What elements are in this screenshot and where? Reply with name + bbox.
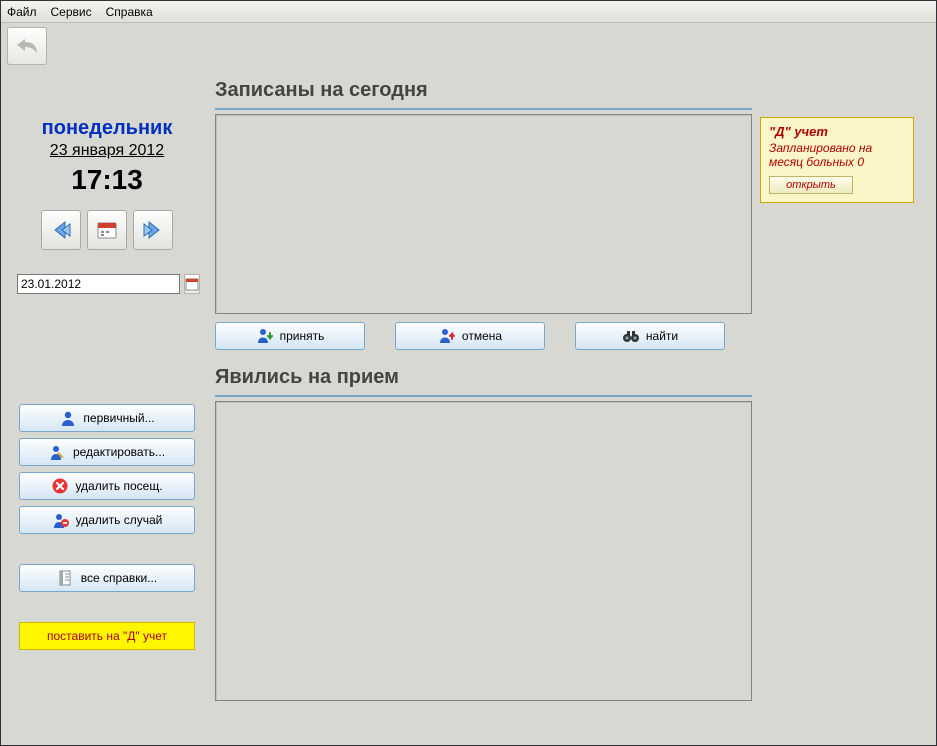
main-area: понедельник 23 января 2012 17:13 [1,69,936,705]
day-of-week: понедельник [7,117,207,140]
menu-file[interactable]: Файл [7,5,37,19]
arrow-right-icon [142,219,164,241]
date-picker-button[interactable] [184,274,200,294]
date-input-row [7,274,207,294]
separator-1 [215,108,752,110]
delete-visit-label: удалить посещ. [75,479,162,493]
binoculars-icon [622,327,640,345]
arrived-heading: Явились на прием [215,366,752,389]
prev-day-button[interactable] [41,210,81,250]
date-nav-row [7,210,207,250]
calendar-small-icon [185,277,199,291]
find-button[interactable]: найти [575,322,725,350]
clock: 17:13 [7,164,207,196]
delete-red-icon [51,477,69,495]
arrived-listbox[interactable] [215,401,752,701]
left-panel: понедельник 23 января 2012 17:13 [7,69,207,701]
menu-service[interactable]: Сервис [51,5,92,19]
scheduled-heading: Записаны на сегодня [215,79,752,102]
undo-arrow-icon [15,36,39,56]
arrow-left-icon [50,219,72,241]
all-certs-label: все справки... [81,571,157,585]
scheduled-listbox[interactable] [215,114,752,314]
menu-help[interactable]: Справка [106,5,153,19]
calendar-icon [96,219,118,241]
right-panel: "Д" учет Запланировано на месяц больных … [760,69,930,701]
scheduled-actions: принять отмена найти [215,322,752,350]
all-certs-button[interactable]: все справки... [19,564,195,592]
separator-2 [215,395,752,397]
d-note-open-button[interactable]: открыть [769,176,853,194]
date-long: 23 января 2012 [7,142,207,160]
document-icon [57,569,75,587]
side-buttons: первичный... редактировать... удалить по… [7,404,207,650]
center-panel: Записаны на сегодня принять отмена най [207,69,760,701]
menubar: Файл Сервис Справка [1,1,936,23]
cancel-label: отмена [462,329,502,343]
person-blue-icon [59,409,77,427]
person-remove-icon [52,511,70,529]
accept-label: принять [280,329,325,343]
date-input[interactable] [17,274,180,294]
accept-button[interactable]: принять [215,322,365,350]
person-edit-icon [49,443,67,461]
d-note-open-label: открыть [786,179,836,191]
back-button[interactable] [7,27,47,65]
today-button[interactable] [87,210,127,250]
next-day-button[interactable] [133,210,173,250]
delete-case-button[interactable]: удалить случай [19,506,195,534]
person-up-icon [438,327,456,345]
edit-button[interactable]: редактировать... [19,438,195,466]
put-on-d-button[interactable]: поставить на "Д" учет [19,622,195,650]
cancel-button[interactable]: отмена [395,322,545,350]
toolbar [1,23,936,69]
delete-case-label: удалить случай [76,513,163,527]
person-down-icon [256,327,274,345]
edit-label: редактировать... [73,445,165,459]
find-label: найти [646,329,678,343]
d-note: "Д" учет Запланировано на месяц больных … [760,117,914,203]
put-on-d-label: поставить на "Д" учет [47,629,167,643]
d-note-title: "Д" учет [769,124,905,139]
delete-visit-button[interactable]: удалить посещ. [19,472,195,500]
primary-button[interactable]: первичный... [19,404,195,432]
primary-label: первичный... [83,411,154,425]
d-note-text: Запланировано на месяц больных 0 [769,141,905,170]
